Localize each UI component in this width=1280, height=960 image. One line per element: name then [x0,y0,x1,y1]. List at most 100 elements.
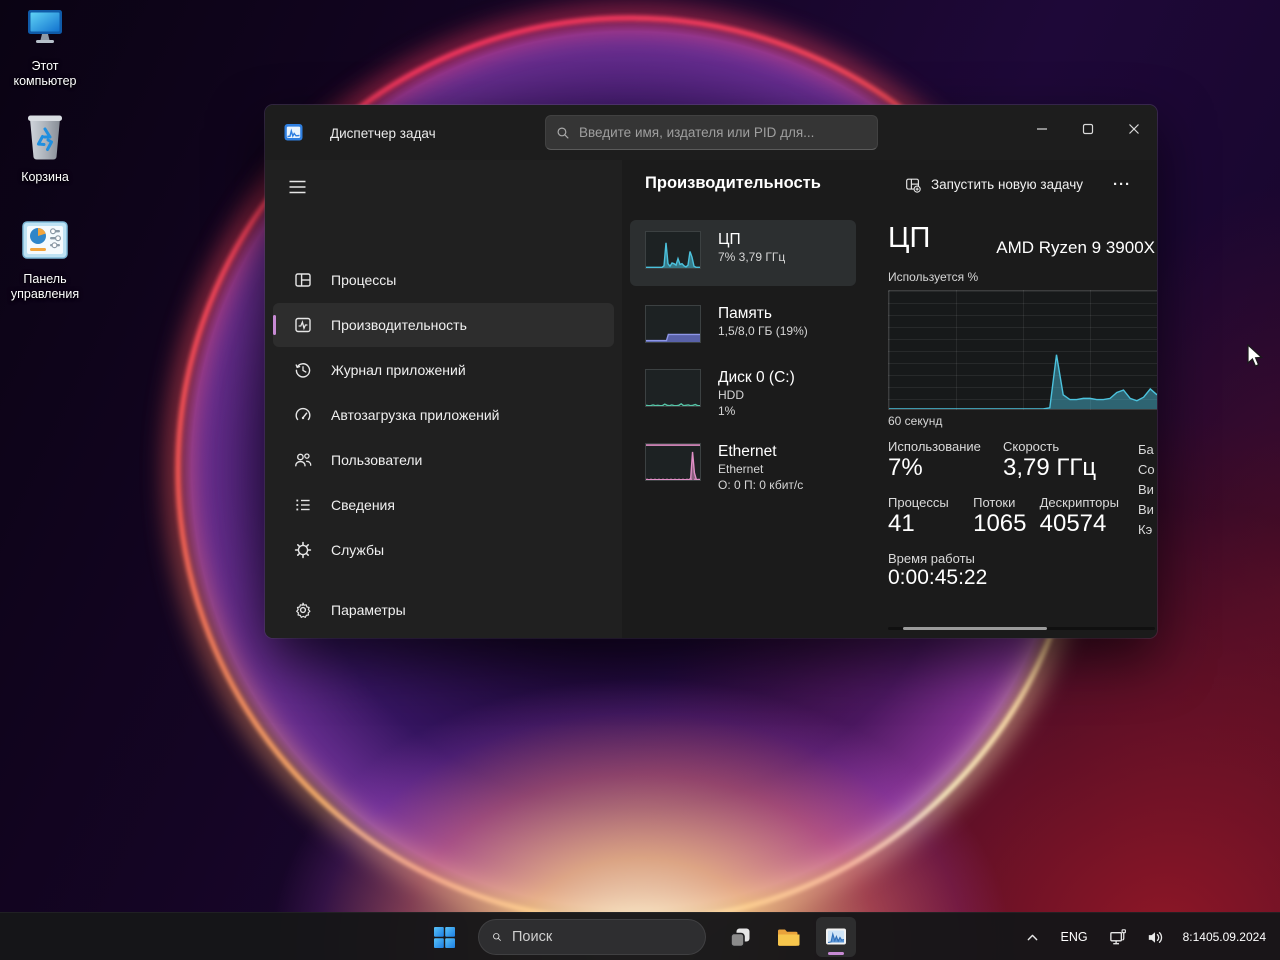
card-subtitle2: О: 0 П: 0 кбит/с [718,478,804,492]
cpu-usage-chart [888,290,1157,410]
task-manager-icon [826,928,846,945]
taskmanager-app-icon [284,123,303,142]
perf-card-cpu[interactable]: ЦП 7% 3,79 ГГц [630,220,856,286]
clipped-label: Ви [1138,502,1154,517]
taskbar-clock[interactable]: 8:14 05.09.2024 [1177,918,1270,956]
window-controls [1019,105,1157,160]
hamburger-icon [289,180,305,194]
sidebar-item-app-history[interactable]: Журнал приложений [273,348,614,392]
card-title: ЦП [718,231,741,248]
taskmanager-window: Диспетчер задач Введите имя, издателя ил… [265,105,1157,638]
new-task-label: Запустить новую задачу [930,177,1083,192]
folder-icon [777,929,799,946]
cpu-mini-chart [645,231,701,269]
desktop-icon-label: Этот компьютер [13,59,77,88]
this-pc-icon [21,6,69,55]
maximize-button[interactable] [1065,105,1111,153]
memory-mini-chart [645,305,701,343]
sidebar-item-services[interactable]: Службы [273,528,614,572]
stat-threads: Потоки 1065 [973,495,1040,538]
maximize-icon [1082,123,1094,135]
ethernet-mini-chart [645,443,701,481]
sidebar-item-settings[interactable]: Параметры [273,588,614,632]
desktop-icon-label: Корзина [21,170,69,184]
sidebar-settings: Параметры [273,588,614,633]
tray-chevron-button[interactable] [1020,918,1045,956]
hamburger-menu-button[interactable] [282,172,312,202]
gear-icon [293,600,313,620]
perf-card-disk[interactable]: Диск 0 (C:) HDD 1% [630,358,856,426]
sidebar-item-details[interactable]: Сведения [273,483,614,527]
sidebar-item-users[interactable]: Пользователи [273,438,614,482]
selected-indicator [273,315,276,335]
details-icon [293,495,313,515]
card-title: Диск 0 (C:) [718,369,795,386]
stat-processes: Процессы 41 [888,495,973,538]
file-explorer-button[interactable] [768,917,808,957]
sidebar-item-label: Автозагрузка приложений [331,407,500,423]
sidebar-item-label: Журнал приложений [331,362,466,378]
task-view-button[interactable] [720,917,760,957]
clipped-label: Ба [1138,442,1154,457]
network-tray-button[interactable] [1103,918,1134,956]
taskbar: ENG 8:14 05.09.2024 [0,912,1280,960]
language-indicator[interactable]: ENG [1051,918,1096,956]
speaker-icon [1148,931,1162,943]
more-options-icon: ··· [1113,176,1131,193]
card-subtitle: 7% 3,79 ГГц [718,250,786,264]
close-button[interactable] [1111,105,1157,153]
content-area: Производительность Запустить новую задач… [622,160,1157,638]
stat-value: 3,79 ГГц [1003,454,1097,481]
disk-mini-chart [645,369,701,407]
stat-label: Использование [888,439,981,454]
more-options-button[interactable]: ··· [1105,169,1139,200]
taskbar-search-input[interactable] [512,929,699,945]
volume-tray-button[interactable] [1140,918,1171,956]
sidebar-item-startup-apps[interactable]: Автозагрузка приложений [273,393,614,437]
cpu-chip-name: AMD Ryzen 9 3900X [996,238,1155,257]
card-title: Ethernet [718,443,777,460]
new-task-icon [906,178,921,193]
desktop-icon-control-panel[interactable]: Панель управления [2,217,88,302]
new-task-button[interactable]: Запустить новую задачу [894,169,1093,200]
sidebar-item-processes[interactable]: Процессы [273,258,614,302]
cpu-stats: Использование 7% Скорость 3,79 ГГц Проце… [888,439,1157,590]
desktop: Этот компьютер Корзина Панель управления… [0,0,1280,960]
users-icon [293,450,313,470]
card-subtitle2: 1% [718,404,736,418]
clipped-label: Ви [1138,482,1154,497]
desktop-icon-this-pc[interactable]: Этот компьютер [2,6,88,89]
stat-label: Процессы [888,495,949,510]
perf-card-ethernet[interactable]: Ethernet Ethernet О: 0 П: 0 кбит/с [630,432,856,500]
cpu-panel-title: ЦП [888,222,931,254]
control-panel-icon [20,217,70,268]
perf-card-memory[interactable]: Память 1,5/8,0 ГБ (19%) [630,294,856,352]
taskbar-search[interactable] [478,919,706,955]
minimize-button[interactable] [1019,105,1065,153]
start-button[interactable] [424,917,464,957]
search-icon [493,933,501,941]
horizontal-scrollbar[interactable] [888,627,1155,630]
cpu-detail-panel: ЦП AMD Ryzen 9 3900X Используется % 60 с… [880,208,1157,638]
task-view-icon [729,928,749,947]
desktop-icon-recycle-bin[interactable]: Корзина [2,111,88,185]
scrollbar-thumb[interactable] [903,627,1047,630]
sidebar-item-label: Производительность [331,317,467,333]
performance-icon [293,315,313,335]
sidebar-item-performance[interactable]: Производительность [273,303,614,347]
stat-value: 7% [888,454,923,481]
processes-icon [293,270,313,290]
search-input[interactable] [579,125,867,140]
task-manager-taskbar-button[interactable] [816,917,856,957]
titlebar-search[interactable] [545,115,878,150]
card-subtitle: 1,5/8,0 ГБ (19%) [718,324,808,338]
windows-logo-icon [433,926,455,948]
card-title: Память [718,305,772,322]
sidebar: Процессы Производительность Журнал прило… [265,160,622,638]
startup-apps-icon [293,405,313,425]
sidebar-item-label: Параметры [331,602,406,618]
window-title: Диспетчер задач [330,126,436,141]
stat-usage: Использование 7% [888,439,1003,482]
minimize-icon [1037,128,1047,130]
desktop-icon-label: Панель управления [10,272,80,301]
